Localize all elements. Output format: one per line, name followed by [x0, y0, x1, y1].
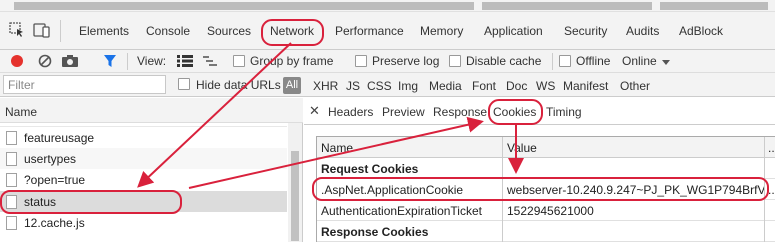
request-name: featureusage [24, 131, 95, 145]
filter-bar: Hide data URLs All XHR JS CSS Img Media … [0, 73, 775, 97]
tab-network[interactable]: Network [270, 24, 314, 38]
filter-type-doc[interactable]: Doc [506, 79, 527, 93]
tab-headers[interactable]: Headers [328, 105, 373, 119]
filter-type-other[interactable]: Other [620, 79, 650, 93]
file-icon [6, 216, 17, 230]
request-name: usertypes [24, 152, 77, 166]
request-row-open[interactable]: ?open=true [0, 169, 287, 190]
request-cookies-heading: Request Cookies [321, 162, 419, 176]
filter-type-css[interactable]: CSS [367, 79, 392, 93]
disable-cache-checkbox[interactable] [449, 55, 461, 67]
device-toolbar-icon[interactable] [33, 22, 51, 41]
filter-type-js[interactable]: JS [346, 79, 360, 93]
filter-type-xhr[interactable]: XHR [313, 79, 338, 93]
close-icon[interactable]: ✕ [309, 103, 320, 119]
request-row-cache-js[interactable]: 12.cache.js [0, 212, 287, 233]
detail-tab-bar: ✕ Headers Preview Response Cookies Timin… [304, 98, 775, 125]
cookie-name: .AspNet.ApplicationCookie [321, 183, 464, 197]
tab-elements[interactable]: Elements [79, 24, 129, 38]
tab-security[interactable]: Security [564, 24, 607, 38]
cookie-name: AuthenticationExpirationTicket [321, 204, 482, 218]
tab-memory[interactable]: Memory [420, 24, 463, 38]
cookie-value: webserver-10.240.9.247~PJ_PK_WG1P794BrfV… [507, 183, 765, 197]
column-divider [502, 137, 503, 242]
request-detail-panel: ✕ Headers Preview Response Cookies Timin… [304, 98, 775, 242]
hide-data-urls-checkbox[interactable] [178, 78, 190, 90]
cookie-more: .. [768, 183, 775, 197]
request-list-panel: Name featureusage usertypes ?open=true s… [0, 98, 303, 242]
screenshot-icon[interactable] [61, 54, 79, 71]
offline-checkbox[interactable] [559, 55, 571, 67]
toolbar-divider [127, 53, 128, 70]
group-by-frame-checkbox[interactable] [233, 55, 245, 67]
tab-preview[interactable]: Preview [382, 105, 425, 119]
value-column-header[interactable]: Value [507, 141, 537, 155]
tab-adblock[interactable]: AdBlock [679, 24, 723, 38]
waterfall-icon[interactable] [203, 55, 217, 70]
request-row-usertypes[interactable]: usertypes [0, 148, 287, 169]
filter-type-media[interactable]: Media [429, 79, 462, 93]
filter-type-img[interactable]: Img [398, 79, 418, 93]
more-column-header[interactable]: ... [768, 141, 775, 155]
group-by-frame-label: Group by frame [250, 54, 334, 68]
tab-cookies[interactable]: Cookies [493, 105, 536, 119]
large-rows-icon[interactable] [177, 55, 193, 70]
request-name: 12.cache.js [24, 216, 85, 230]
request-row-featureusage[interactable]: featureusage [0, 127, 287, 148]
devtools-tab-bar: Elements Console Sources Network Perform… [0, 12, 775, 50]
chevron-down-icon[interactable] [662, 56, 670, 70]
toolbar-divider [60, 20, 61, 42]
tab-sources[interactable]: Sources [207, 24, 251, 38]
record-icon[interactable] [11, 55, 23, 67]
disable-cache-label: Disable cache [466, 54, 542, 68]
tab-timing[interactable]: Timing [546, 105, 582, 119]
hide-data-urls-label: Hide data URLs [196, 78, 281, 92]
preserve-log-checkbox[interactable] [355, 55, 367, 67]
response-cookies-heading-row: Response Cookies [317, 221, 775, 242]
clear-icon[interactable] [38, 54, 52, 71]
filter-type-manifest[interactable]: Manifest [563, 79, 608, 93]
preserve-log-label: Preserve log [372, 54, 440, 68]
filter-icon[interactable] [103, 54, 117, 71]
name-column-header[interactable]: Name [321, 141, 353, 155]
file-icon [6, 131, 17, 145]
request-name: ?open=true [24, 173, 86, 187]
tab-console[interactable]: Console [146, 24, 190, 38]
request-cookies-heading-row: Request Cookies [317, 158, 775, 179]
toolbar-divider [552, 53, 553, 70]
offline-label: Offline [576, 54, 611, 68]
view-label: View: [137, 54, 167, 68]
name-column-header[interactable]: Name [0, 98, 303, 123]
inspect-element-icon[interactable] [9, 22, 25, 41]
filter-type-all[interactable]: All [283, 77, 301, 94]
column-divider [764, 137, 765, 242]
network-toolbar: View: Group by frame Preserve log Disabl… [0, 50, 775, 73]
cookies-table: Name Value ... Request Cookies .AspNet.A… [316, 136, 775, 242]
name-column-label: Name [5, 105, 38, 119]
tab-audits[interactable]: Audits [626, 24, 659, 38]
response-cookies-heading: Response Cookies [321, 225, 429, 239]
filter-type-ws[interactable]: WS [536, 79, 555, 93]
cookie-value: 1522945621000 [507, 204, 594, 218]
throttling-select[interactable]: Online [622, 54, 657, 68]
request-list-scrollbar[interactable] [288, 123, 302, 242]
request-name: status [24, 195, 57, 209]
tab-performance[interactable]: Performance [335, 24, 404, 38]
request-row-status[interactable]: status [0, 191, 287, 212]
tab-response[interactable]: Response [433, 105, 487, 119]
cookie-row[interactable]: AuthenticationExpirationTicket 152294562… [317, 200, 775, 221]
window-top-strip [0, 0, 775, 12]
cookie-row[interactable]: .AspNet.ApplicationCookie webserver-10.2… [317, 179, 775, 200]
tab-application[interactable]: Application [484, 24, 543, 38]
file-icon [6, 173, 17, 187]
cookies-table-header: Name Value ... [317, 137, 775, 158]
filter-type-font[interactable]: Font [472, 79, 496, 93]
file-icon [6, 195, 17, 209]
scrollbar-thumb[interactable] [291, 151, 299, 241]
filter-input[interactable] [3, 75, 166, 94]
file-icon [6, 152, 17, 166]
